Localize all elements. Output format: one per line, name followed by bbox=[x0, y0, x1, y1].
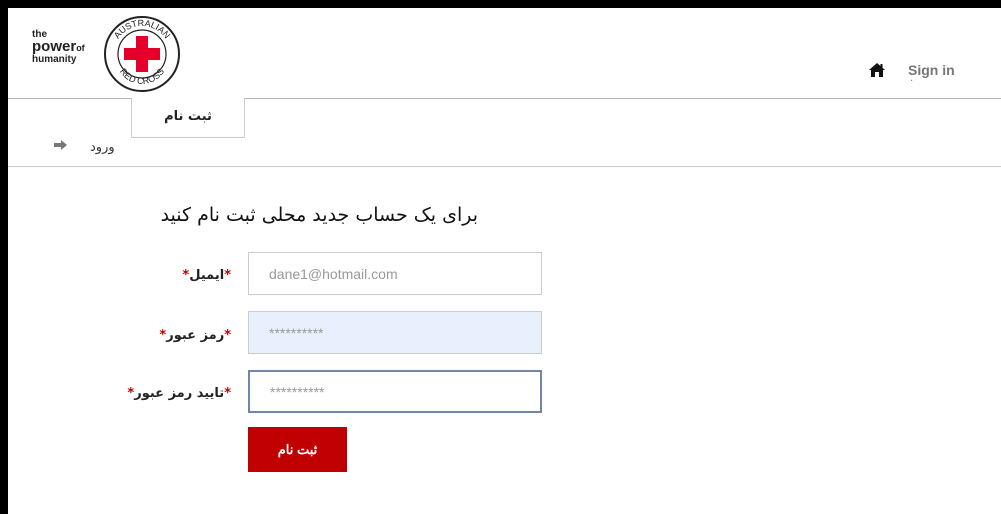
tab-login[interactable]: ورود bbox=[90, 140, 115, 155]
page-title: برای یک حساب جدید محلی ثبت نام کنید bbox=[160, 204, 478, 226]
brand-tagline: the powerof humanity bbox=[32, 29, 85, 65]
red-cross-seal-icon: AUSTRALIAN RED CROSS bbox=[104, 16, 180, 92]
page: the powerof humanity AUSTRALIAN RED CROS… bbox=[8, 8, 1001, 514]
site-header: the powerof humanity AUSTRALIAN RED CROS… bbox=[8, 8, 1001, 99]
password-field[interactable]: ********** bbox=[248, 311, 542, 354]
email-label: *ایمیل* bbox=[182, 268, 231, 283]
confirm-password-label: *تایید رمز عبور* bbox=[127, 386, 231, 401]
email-field[interactable]: dane1@hotmail.com bbox=[248, 252, 542, 295]
tab-bar: ورود ثبت نام bbox=[8, 98, 1001, 167]
arrow-right-icon bbox=[54, 140, 67, 150]
sign-in-dot: · bbox=[910, 76, 914, 87]
required-marker: * bbox=[224, 328, 231, 343]
required-marker: * bbox=[224, 386, 231, 401]
password-label: *رمز عبور* bbox=[159, 328, 231, 343]
register-submit-button[interactable]: ثبت نام bbox=[248, 427, 347, 472]
home-icon[interactable] bbox=[868, 62, 886, 78]
tab-register[interactable]: ثبت نام bbox=[131, 98, 245, 138]
sign-in-link[interactable]: Sign in bbox=[908, 62, 955, 78]
required-marker: * bbox=[224, 268, 231, 283]
confirm-password-field[interactable]: ********** bbox=[248, 370, 542, 413]
logo[interactable]: the powerof humanity AUSTRALIAN RED CROS… bbox=[22, 8, 182, 98]
